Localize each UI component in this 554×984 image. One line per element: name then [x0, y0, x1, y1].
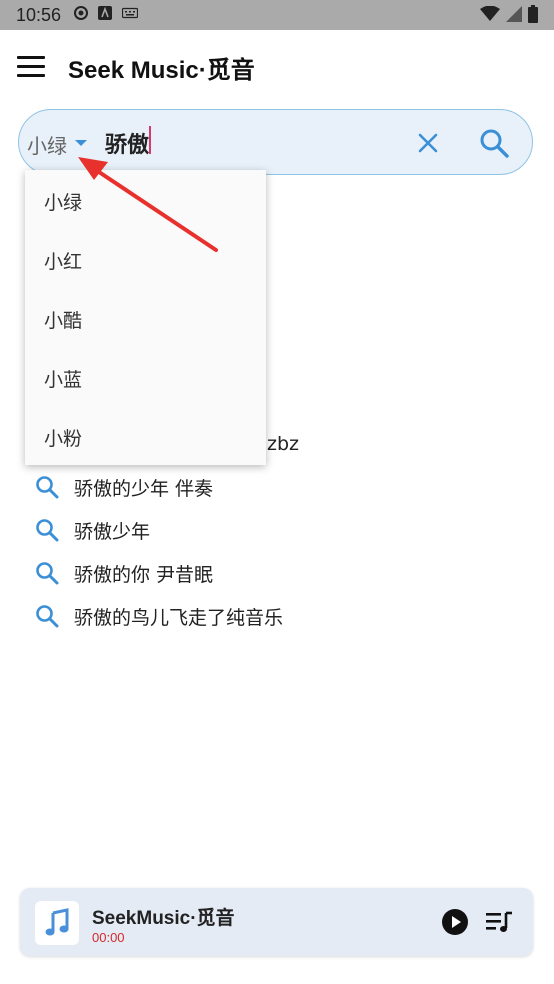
record-icon: [74, 6, 88, 20]
status-notification-icons: [74, 6, 138, 20]
play-icon[interactable]: [441, 908, 469, 936]
suggestion-text: 骄傲的你 尹昔眠: [74, 563, 214, 586]
menu-icon[interactable]: [17, 56, 45, 78]
player-title: SeekMusic·觅音: [92, 908, 235, 929]
app-bar: Seek Music·觅音: [0, 30, 554, 104]
suggestion-item[interactable]: 骄傲的鸟儿飞走了纯音乐: [34, 601, 283, 631]
suggestion-item[interactable]: 骄傲少年: [34, 515, 150, 545]
suggestion-item[interactable]: 骄傲的少年 伴奏: [34, 472, 213, 502]
suggestion-text-partial: zbz: [267, 433, 300, 455]
suggestion-text: 骄傲的鸟儿飞走了纯音乐: [74, 606, 284, 629]
status-system-icons: [480, 5, 538, 23]
app-a-icon: [98, 6, 112, 20]
suggestion-text: 骄傲少年: [74, 520, 151, 543]
dropdown-item[interactable]: 小绿: [44, 188, 82, 215]
mini-player[interactable]: SeekMusic·觅音 00:00: [20, 888, 533, 956]
dropdown-item[interactable]: 小粉: [44, 424, 82, 451]
source-selector[interactable]: 小绿: [27, 130, 67, 159]
battery-icon: [528, 5, 538, 23]
suggestion-item[interactable]: 骄傲的你 尹昔眠: [34, 558, 213, 588]
player-time: 00:00: [92, 930, 125, 945]
search-icon: [36, 562, 59, 585]
search-bar: 小绿 骄傲: [18, 109, 533, 175]
source-dropdown-menu: 小绿 小红 小酷 小蓝 小粉: [25, 170, 266, 465]
keyboard-icon: [122, 7, 138, 19]
search-input[interactable]: 骄傲: [105, 127, 149, 159]
music-note-icon: [45, 908, 69, 936]
dropdown-item[interactable]: 小酷: [44, 306, 82, 333]
status-bar: 10:56: [0, 0, 554, 30]
search-icon: [36, 519, 59, 542]
dropdown-item[interactable]: 小红: [44, 247, 82, 274]
cell-signal-icon: [506, 6, 522, 22]
text-cursor: [149, 126, 151, 154]
wifi-icon: [480, 6, 500, 21]
dropdown-caret-icon[interactable]: [75, 140, 87, 146]
search-icon: [36, 476, 59, 499]
status-time: 10:56: [16, 5, 62, 25]
search-icon[interactable]: [477, 126, 511, 160]
album-art: [35, 901, 79, 945]
app-title: Seek Music·觅音: [68, 57, 255, 84]
dropdown-item[interactable]: 小蓝: [44, 365, 82, 392]
close-icon[interactable]: [413, 128, 443, 158]
suggestion-text: 骄傲的少年 伴奏: [74, 477, 214, 500]
playlist-icon[interactable]: [485, 910, 513, 934]
search-icon: [36, 605, 59, 628]
